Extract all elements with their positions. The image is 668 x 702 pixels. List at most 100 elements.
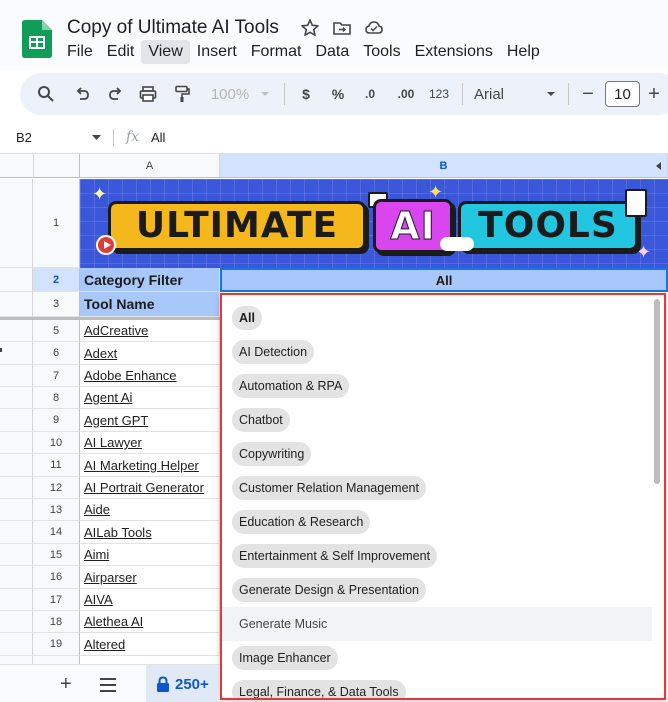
row-stub xyxy=(0,409,33,432)
tool-link[interactable]: AdCreative xyxy=(80,320,220,342)
dropdown-option[interactable]: AI Detection xyxy=(232,335,652,369)
scroll-left-icon[interactable] xyxy=(656,162,661,170)
redo-icon[interactable] xyxy=(104,73,126,115)
row-header[interactable]: 9 xyxy=(33,409,80,432)
number-format-button[interactable]: 123 xyxy=(425,73,453,115)
cell-a3[interactable]: Tool Name xyxy=(80,292,220,317)
option-chip: Image Enhancer xyxy=(232,646,338,670)
dropdown-option[interactable]: Copywriting xyxy=(232,437,652,471)
row-header-3[interactable]: 3 xyxy=(33,292,80,317)
star-icon[interactable] xyxy=(300,18,320,38)
menu-tools[interactable]: Tools xyxy=(356,40,407,64)
menu-extensions[interactable]: Extensions xyxy=(408,40,500,64)
all-sheets-menu-icon[interactable] xyxy=(100,678,116,696)
row-header[interactable]: 16 xyxy=(33,566,80,589)
tool-link[interactable]: Alethea AI xyxy=(80,611,220,633)
add-sheet-icon[interactable]: + xyxy=(60,673,72,696)
dropdown-option[interactable]: Legal, Finance, & Data Tools xyxy=(232,675,652,698)
menu-bar: File Edit View Insert Format Data Tools … xyxy=(60,40,547,64)
tool-link[interactable]: Adobe Enhance xyxy=(80,365,220,387)
formula-input[interactable]: All xyxy=(151,130,165,145)
tool-link[interactable]: Airparser xyxy=(80,566,220,589)
tool-link[interactable]: AILab Tools xyxy=(80,521,220,544)
row-header[interactable]: 19 xyxy=(33,633,80,656)
dropdown-option[interactable]: Entertainment & Self Improvement xyxy=(232,539,652,573)
zoom-select[interactable]: 100% xyxy=(206,73,254,115)
menu-help[interactable]: Help xyxy=(500,40,547,64)
row-header[interactable]: 13 xyxy=(33,499,80,521)
dropdown-option[interactable]: Education & Research xyxy=(232,505,652,539)
font-size-input[interactable]: 10 xyxy=(605,81,640,107)
font-chevron-icon[interactable] xyxy=(544,73,558,115)
play-icon xyxy=(96,235,116,255)
tool-link[interactable]: Agent Ai xyxy=(80,387,220,409)
name-box[interactable]: B2 xyxy=(16,130,32,145)
row-header[interactable]: 17 xyxy=(33,589,80,611)
tool-link[interactable]: AIVA xyxy=(80,589,220,611)
menu-view[interactable]: View xyxy=(141,40,190,64)
row-header[interactable]: 7 xyxy=(33,365,80,387)
row-header-partial xyxy=(33,656,80,664)
menu-insert[interactable]: Insert xyxy=(190,40,244,64)
column-header-b[interactable]: B xyxy=(220,154,668,178)
sheets-logo-icon[interactable] xyxy=(22,20,52,58)
cell-a2[interactable]: Category Filter xyxy=(80,268,220,292)
tool-link[interactable]: Aide xyxy=(80,499,220,521)
dropdown-option[interactable]: Automation & RPA xyxy=(232,369,652,403)
zoom-chevron-icon[interactable] xyxy=(258,73,272,115)
paint-format-icon[interactable] xyxy=(170,73,194,115)
tool-link[interactable]: Aimi xyxy=(80,544,220,566)
tool-link[interactable]: AI Lawyer xyxy=(80,432,220,454)
tool-link[interactable]: Agent GPT xyxy=(80,409,220,432)
row-header[interactable]: 14 xyxy=(33,521,80,544)
row-header[interactable]: 10 xyxy=(33,432,80,454)
font-select[interactable]: Arial xyxy=(474,73,524,115)
search-menus-icon[interactable] xyxy=(34,73,58,115)
row-header-2[interactable]: 2 xyxy=(33,268,80,292)
dropdown-option[interactable]: Generate Design & Presentation xyxy=(232,573,652,607)
document-title[interactable]: Copy of Ultimate AI Tools xyxy=(67,17,279,39)
row-header[interactable]: 12 xyxy=(33,477,80,499)
currency-format-button[interactable]: $ xyxy=(296,73,316,115)
row-header[interactable]: 6 xyxy=(33,342,80,365)
row-header[interactable]: 5 xyxy=(33,320,80,342)
menu-format[interactable]: Format xyxy=(244,40,309,64)
dropdown-option[interactable]: All xyxy=(232,301,652,335)
menu-edit[interactable]: Edit xyxy=(100,40,142,64)
row-stub xyxy=(0,566,33,589)
dropdown-option[interactable]: Customer Relation Management xyxy=(232,471,652,505)
cell-b2-dropdown[interactable]: All xyxy=(220,268,668,292)
move-folder-icon[interactable] xyxy=(332,18,352,38)
name-box-chevron-icon[interactable] xyxy=(92,135,101,141)
print-icon[interactable] xyxy=(136,73,160,115)
tool-link[interactable]: Adext xyxy=(80,342,220,365)
decrease-decimal-button[interactable]: .0 xyxy=(358,73,382,115)
dropdown-scrollbar[interactable] xyxy=(654,299,660,484)
tool-link[interactable]: Altered xyxy=(80,633,220,656)
sheet-tab[interactable]: 250+ xyxy=(146,665,220,702)
increase-font-size-button[interactable]: + xyxy=(644,73,664,115)
option-chip: Education & Research xyxy=(232,510,371,534)
column-header-a[interactable]: A xyxy=(80,154,220,178)
percent-format-button[interactable]: % xyxy=(328,73,348,115)
increase-decimal-button[interactable]: .00 xyxy=(392,73,420,115)
row-header[interactable]: 15 xyxy=(33,544,80,566)
menu-data[interactable]: Data xyxy=(308,40,356,64)
dropdown-option[interactable]: Chatbot xyxy=(232,403,652,437)
row-stub xyxy=(0,342,33,365)
row-header[interactable]: 8 xyxy=(33,387,80,409)
select-all-corner[interactable] xyxy=(0,154,80,178)
tool-link[interactable]: AI Portrait Generator xyxy=(80,477,220,499)
decrease-font-size-button[interactable]: − xyxy=(576,73,600,115)
banner-word-tools: TOOLS xyxy=(478,205,618,246)
dropdown-option[interactable]: Image Enhancer xyxy=(232,641,652,675)
row-header[interactable]: 11 xyxy=(33,454,80,477)
menu-file[interactable]: File xyxy=(60,40,100,64)
cloud-status-icon[interactable] xyxy=(364,18,384,38)
row-header[interactable]: 18 xyxy=(33,611,80,633)
row-header-1[interactable]: 1 xyxy=(33,179,80,268)
banner-word-ai: AI xyxy=(390,204,436,248)
tool-link[interactable]: AI Marketing Helper xyxy=(80,454,220,477)
undo-icon[interactable] xyxy=(72,73,94,115)
dropdown-option-hovered[interactable]: Generate Music xyxy=(222,607,652,641)
